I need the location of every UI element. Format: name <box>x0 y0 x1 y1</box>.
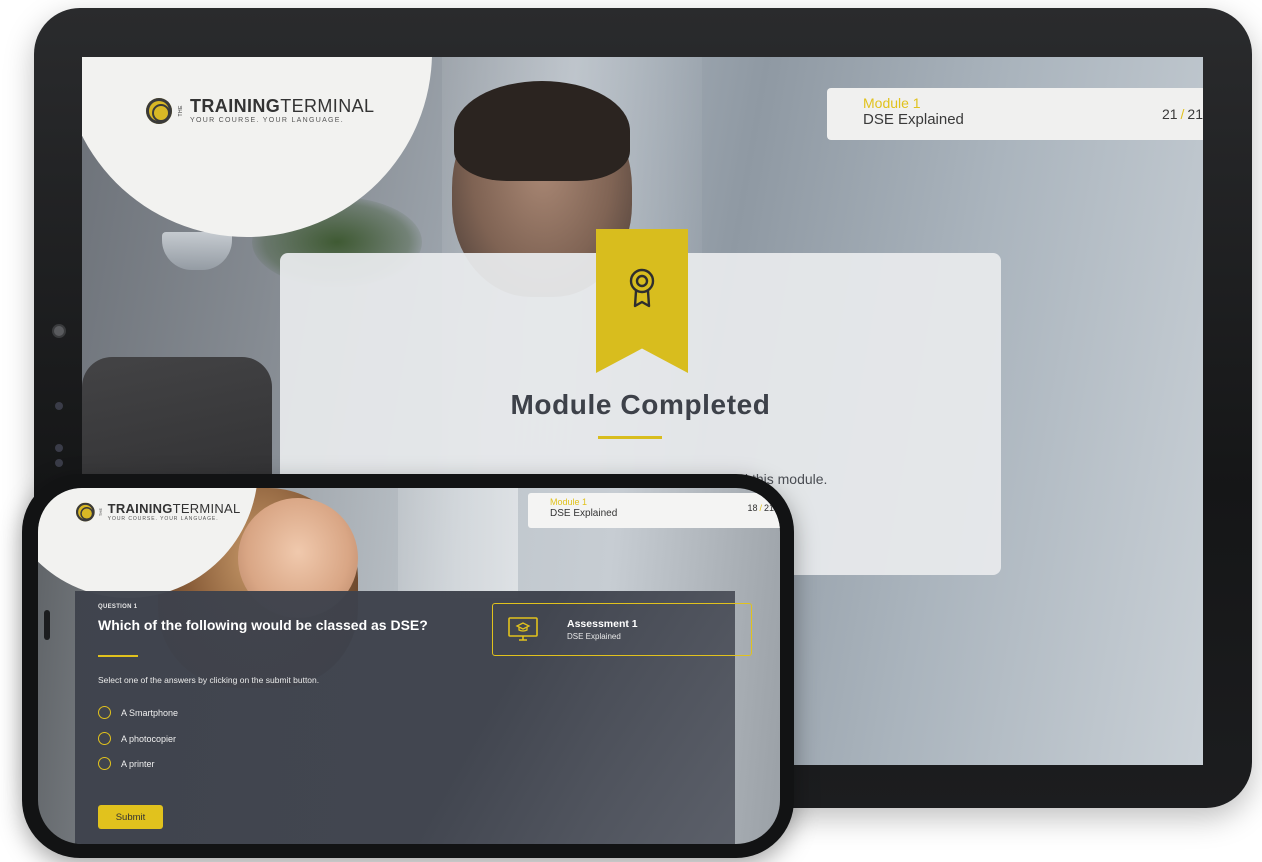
award-ribbon-icon <box>629 268 655 308</box>
tablet-sensor <box>55 459 63 467</box>
page-current: 18 <box>747 503 758 513</box>
background-window <box>398 488 518 598</box>
question-number: QUESTION 1 <box>98 604 138 610</box>
radio-button[interactable] <box>98 706 111 719</box>
logo-brand-light: TERMINAL <box>172 501 241 516</box>
logo-text: TRAININGTERMINAL YOUR COURSE. YOUR LANGU… <box>190 97 374 124</box>
phone-side-button <box>44 610 50 640</box>
logo-tagline: YOUR COURSE. YOUR LANGUAGE. <box>107 516 219 522</box>
module-info-card: Module 1 DSE Explained 18/21 <box>528 493 780 528</box>
tablet-sensor <box>55 402 63 410</box>
assessment-subtitle: DSE Explained <box>567 632 621 641</box>
answer-option-label: A photocopier <box>121 733 177 744</box>
page-separator: / <box>1180 106 1185 122</box>
page-total: 21 <box>763 503 774 513</box>
answer-option[interactable]: A photocopier <box>98 732 176 745</box>
background-lamp <box>162 232 232 270</box>
module-label: Module 1 <box>863 95 921 111</box>
question-text: Which of the following would be classed … <box>98 617 428 633</box>
globe-logo-icon <box>76 502 95 522</box>
tablet-sensor <box>55 444 63 452</box>
logo-the: THE <box>99 507 104 516</box>
logo-tagline: YOUR COURSE. YOUR LANGUAGE. <box>190 117 344 124</box>
logo-wordmark: TRAININGTERMINAL <box>190 97 374 115</box>
answer-option-label: A printer <box>121 758 155 769</box>
answer-option[interactable]: A printer <box>98 757 155 770</box>
answer-option-label: A Smartphone <box>121 707 179 718</box>
completion-title: Module Completed <box>510 389 771 420</box>
assessment-title: Assessment 1 <box>567 618 638 630</box>
module-title: DSE Explained <box>863 111 964 128</box>
submit-button[interactable]: Submit <box>98 805 163 829</box>
question-instruction: Select one of the answers by clicking on… <box>98 675 320 685</box>
phone-device: THE TRAININGTERMINAL YOUR COURSE. YOUR L… <box>22 474 794 858</box>
device-mockup-stage: THE TRAININGTERMINAL YOUR COURSE. YOUR L… <box>0 0 1262 862</box>
title-underline <box>598 436 662 439</box>
brand-logo[interactable]: THE TRAININGTERMINAL YOUR COURSE. YOUR L… <box>76 502 240 521</box>
page-separator: / <box>759 503 762 513</box>
page-counter: 18/21 <box>747 503 774 513</box>
assessment-card: Assessment 1 DSE Explained <box>492 603 752 656</box>
radio-button[interactable] <box>98 757 111 770</box>
page-counter: 21/21 <box>1162 106 1203 122</box>
award-ribbon <box>596 229 688 373</box>
module-label: Module 1 <box>550 497 588 507</box>
globe-logo-icon <box>146 97 172 124</box>
background-person-hair <box>454 81 630 181</box>
monitor-graduation-icon <box>508 617 538 641</box>
page-current: 21 <box>1161 106 1178 122</box>
question-underline <box>98 655 138 657</box>
radio-button[interactable] <box>98 732 111 745</box>
logo-wordmark: TRAININGTERMINAL <box>108 502 241 515</box>
answer-option[interactable]: A Smartphone <box>98 706 178 719</box>
logo-brand-bold: TRAINING <box>190 96 281 116</box>
question-panel: QUESTION 1 Which of the following would … <box>75 591 752 844</box>
logo-brand-bold: TRAINING <box>107 501 173 516</box>
module-info-card: Module 1 DSE Explained 21/21 <box>827 88 1203 140</box>
brand-logo[interactable]: THE TRAININGTERMINAL YOUR COURSE. YOUR L… <box>146 97 374 124</box>
logo-the: THE <box>178 104 184 117</box>
logo-brand-light: TERMINAL <box>280 96 375 116</box>
phone-screen: THE TRAININGTERMINAL YOUR COURSE. YOUR L… <box>38 488 780 844</box>
tablet-camera <box>52 324 66 338</box>
module-title: DSE Explained <box>550 508 618 519</box>
page-total: 21 <box>1187 106 1203 122</box>
logo-text: TRAININGTERMINAL YOUR COURSE. YOUR LANGU… <box>108 502 241 521</box>
